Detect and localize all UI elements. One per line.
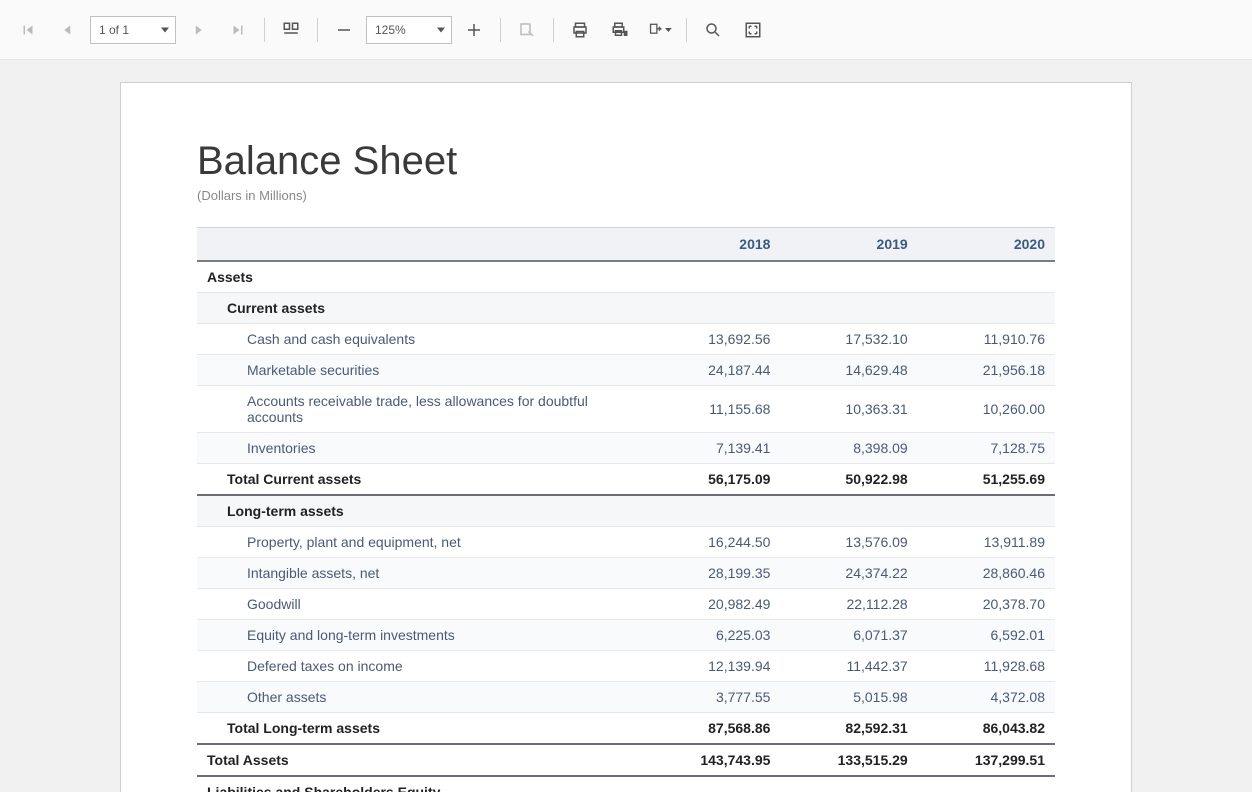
minus-icon	[335, 21, 353, 39]
page-selector[interactable]: 1 of 1	[90, 16, 176, 44]
print-icon	[571, 21, 589, 39]
chevron-down-icon	[665, 26, 672, 34]
table-row: Defered taxes on income 12,139.94 11,442…	[197, 651, 1055, 682]
chevron-down-icon	[161, 27, 169, 32]
separator	[686, 18, 687, 42]
last-page-button[interactable]	[220, 12, 256, 48]
section-assets: Assets	[197, 261, 1055, 293]
total-assets: Total Assets 143,743.95 133,515.29 137,2…	[197, 744, 1055, 776]
total-long-term-assets: Total Long-term assets 87,568.86 82,592.…	[197, 713, 1055, 745]
zoom-selector[interactable]: 125%	[366, 16, 452, 44]
highlight-icon	[518, 21, 536, 39]
separator	[317, 18, 318, 42]
print-page-button[interactable]	[602, 12, 638, 48]
separator	[264, 18, 265, 42]
export-icon	[648, 21, 663, 39]
zoom-selector-text: 125%	[375, 23, 406, 37]
table-row: Accounts receivable trade, less allowanc…	[197, 386, 1055, 433]
table-header-row: 2018 2019 2020	[197, 228, 1055, 262]
fullscreen-button[interactable]	[735, 12, 771, 48]
fullscreen-icon	[744, 21, 762, 39]
next-page-button[interactable]	[180, 12, 216, 48]
print-page-icon	[611, 21, 629, 39]
page-subtitle: (Dollars in Millions)	[197, 188, 1055, 203]
page-layout-button[interactable]	[273, 12, 309, 48]
table-row: Cash and cash equivalents 13,692.56 17,5…	[197, 324, 1055, 355]
page-selector-text: 1 of 1	[99, 23, 129, 37]
toolbar: 1 of 1 125%	[0, 0, 1252, 60]
table-row: Equity and long-term investments 6,225.0…	[197, 620, 1055, 651]
highlight-editing-button[interactable]	[509, 12, 545, 48]
table-row: Other assets 3,777.55 5,015.98 4,372.08	[197, 682, 1055, 713]
table-row: Intangible assets, net 28,199.35 24,374.…	[197, 558, 1055, 589]
year-col-0: 2018	[643, 228, 780, 262]
chevron-right-icon	[189, 21, 207, 39]
prev-page-button[interactable]	[50, 12, 86, 48]
total-current-assets: Total Current assets 56,175.09 50,922.98…	[197, 464, 1055, 496]
export-button[interactable]	[642, 12, 678, 48]
page-title: Balance Sheet	[197, 139, 1055, 184]
chevron-left-icon	[59, 21, 77, 39]
zoom-in-button[interactable]	[456, 12, 492, 48]
subsection-long-term-assets: Long-term assets	[197, 495, 1055, 527]
table-row: Property, plant and equipment, net 16,24…	[197, 527, 1055, 558]
viewport[interactable]: Balance Sheet (Dollars in Millions) 2018…	[0, 60, 1252, 792]
table-row: Goodwill 20,982.49 22,112.28 20,378.70	[197, 589, 1055, 620]
last-page-icon	[229, 21, 247, 39]
report-page: Balance Sheet (Dollars in Millions) 2018…	[120, 82, 1132, 792]
table-row: Marketable securities 24,187.44 14,629.4…	[197, 355, 1055, 386]
plus-icon	[465, 21, 483, 39]
year-col-1: 2019	[780, 228, 917, 262]
year-col-2: 2020	[918, 228, 1055, 262]
first-page-icon	[19, 21, 37, 39]
chevron-down-icon	[437, 27, 445, 32]
search-icon	[704, 21, 722, 39]
subsection-current-assets: Current assets	[197, 293, 1055, 324]
first-page-button[interactable]	[10, 12, 46, 48]
search-button[interactable]	[695, 12, 731, 48]
table-row: Inventories 7,139.41 8,398.09 7,128.75	[197, 433, 1055, 464]
separator	[553, 18, 554, 42]
page-layout-icon	[282, 21, 300, 39]
section-liabilities: Liabilities and Shareholders Equity	[197, 776, 1055, 792]
balance-sheet-table: 2018 2019 2020 Assets Current assets Cas…	[197, 227, 1055, 792]
separator	[500, 18, 501, 42]
zoom-out-button[interactable]	[326, 12, 362, 48]
print-button[interactable]	[562, 12, 598, 48]
